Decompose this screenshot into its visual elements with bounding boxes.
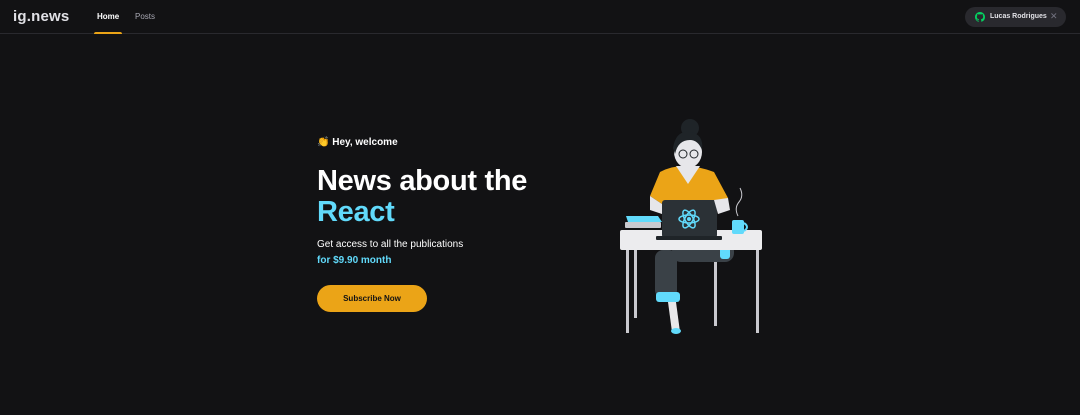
nav-posts[interactable]: Posts (135, 12, 155, 34)
hero-price: for $9.90 month (317, 255, 392, 266)
woman-with-laptop-illustration (620, 119, 762, 334)
user-name: Lucas Rodrigues (990, 13, 1047, 20)
hero-section: 👏 Hey, welcome News about the React Get … (317, 0, 597, 415)
greeting: 👏 Hey, welcome (317, 137, 398, 148)
hero-subtitle: Get access to all the publications (317, 239, 464, 250)
logo[interactable]: ig.news (13, 8, 69, 25)
github-icon (975, 12, 985, 22)
nav-home[interactable]: Home (93, 12, 123, 34)
signed-in-user-button[interactable]: Lucas Rodrigues ✕ (965, 7, 1066, 27)
hero-title-highlight: React (317, 196, 395, 228)
subscribe-button[interactable]: Subscribe Now (317, 285, 427, 312)
close-icon[interactable]: ✕ (1050, 11, 1058, 22)
clapping-hands-icon: 👏 (317, 137, 330, 148)
hero-title-line1: News about the (317, 165, 528, 197)
